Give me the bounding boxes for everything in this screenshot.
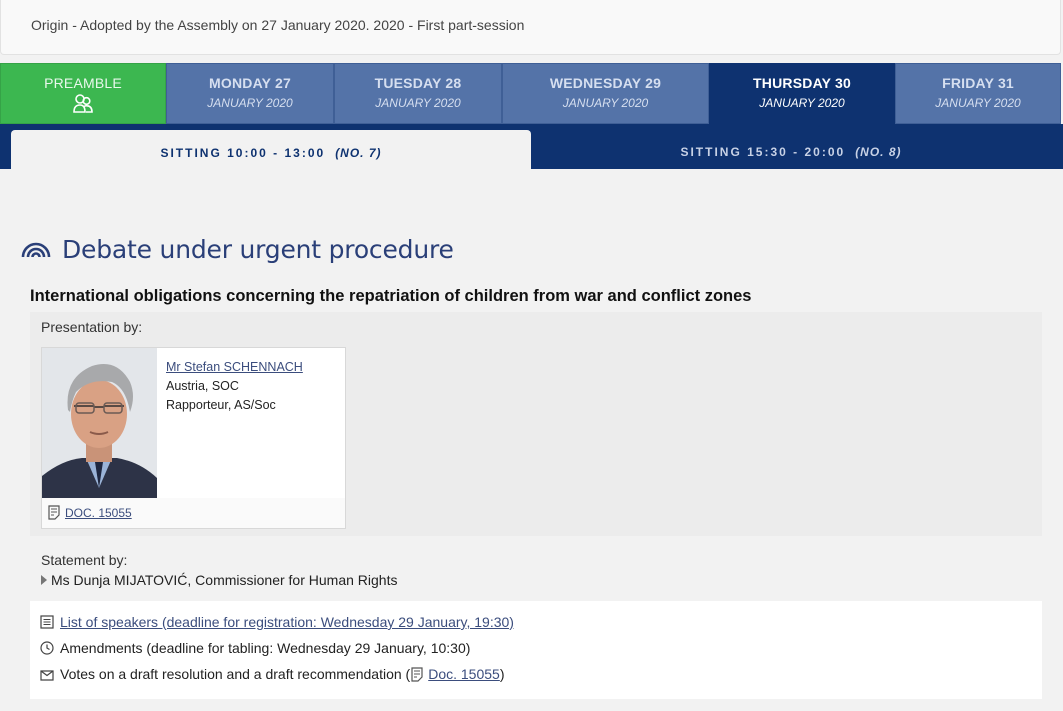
- tab-thursday-day: THURSDAY 30: [753, 75, 851, 91]
- presenter-doc-link[interactable]: DOC. 15055: [65, 506, 132, 520]
- tab-preamble[interactable]: PREAMBLE: [0, 63, 166, 124]
- tab-sitting-morning[interactable]: SITTING 10:00 - 13:00 (NO. 7): [11, 130, 531, 169]
- broadcast-icon: [21, 242, 51, 258]
- day-tabs: PREAMBLE MONDAY 27 JANUARY 2020 TUESDAY …: [0, 63, 1063, 124]
- tab-friday-day: FRIDAY 31: [942, 75, 1014, 91]
- tab-wednesday-month: JANUARY 2020: [562, 96, 649, 110]
- presentation-label: Presentation by:: [41, 319, 143, 335]
- amendments-text: Amendments (deadline for tabling: Wednes…: [60, 640, 471, 656]
- list-icon: [40, 615, 54, 629]
- presenter-card-top: Mr Stefan SCHENNACH Austria, SOC Rapport…: [42, 348, 345, 498]
- origin-box: Origin - Adopted by the Assembly on 27 J…: [0, 0, 1061, 55]
- section-heading: Debate under urgent procedure: [20, 232, 454, 266]
- presenter-country: Austria, SOC: [166, 379, 239, 393]
- ballot-icon: [40, 670, 54, 681]
- tab-wednesday-day: WEDNESDAY 29: [549, 75, 662, 91]
- tab-thursday[interactable]: THURSDAY 30 JANUARY 2020: [709, 63, 895, 124]
- tab-monday-month: JANUARY 2020: [207, 96, 293, 110]
- tab-friday[interactable]: FRIDAY 31 JANUARY 2020: [895, 63, 1061, 124]
- tab-sitting-afternoon[interactable]: SITTING 15:30 - 20:00 (NO. 8): [531, 130, 1051, 169]
- votes-suffix: ): [499, 666, 505, 682]
- document-icon: [411, 666, 423, 682]
- presenter-photo: [42, 348, 157, 498]
- expand-arrow-icon: [41, 575, 47, 585]
- tab-monday[interactable]: MONDAY 27 JANUARY 2020: [166, 63, 334, 124]
- presenter-role: Rapporteur, AS/Soc: [166, 398, 276, 412]
- presenter-name-link[interactable]: Mr Stefan SCHENNACH: [166, 360, 303, 374]
- statement-item[interactable]: Ms Dunja MIJATOVIĆ, Commissioner for Hum…: [41, 572, 397, 588]
- info-box: List of speakers (deadline for registrat…: [30, 601, 1042, 699]
- votes-row: Votes on a draft resolution and a draft …: [40, 666, 505, 682]
- sitting-morning-number: (NO. 7): [335, 146, 382, 160]
- presenter-portrait: [42, 348, 157, 498]
- section-title: Debate under urgent procedure: [62, 234, 454, 264]
- origin-text: Origin - Adopted by the Assembly on 27 J…: [31, 17, 525, 33]
- speakers-row: List of speakers (deadline for registrat…: [40, 614, 514, 630]
- document-icon: [48, 505, 60, 520]
- statement-person: Ms Dunja MIJATOVIĆ, Commissioner for Hum…: [51, 572, 398, 588]
- tab-monday-day: MONDAY 27: [209, 75, 291, 91]
- tab-preamble-label: PREAMBLE: [44, 75, 122, 91]
- speakers-link[interactable]: List of speakers (deadline for registrat…: [60, 614, 514, 630]
- tab-tuesday-day: TUESDAY 28: [374, 75, 462, 91]
- tab-wednesday[interactable]: WEDNESDAY 29 JANUARY 2020: [502, 63, 709, 124]
- clock-icon: [40, 641, 54, 655]
- votes-doc-link[interactable]: Doc. 15055: [428, 666, 500, 682]
- sitting-afternoon-number: (NO. 8): [855, 145, 902, 159]
- sitting-bar: SITTING 10:00 - 13:00 (NO. 7) SITTING 15:…: [0, 124, 1063, 169]
- votes-prefix: Votes on a draft resolution and a draft …: [60, 666, 411, 682]
- debate-title: International obligations concerning the…: [30, 287, 752, 305]
- tab-friday-month: JANUARY 2020: [935, 96, 1021, 110]
- people-icon: [73, 94, 93, 113]
- sitting-afternoon-label: SITTING 15:30 - 20:00: [680, 145, 846, 159]
- tab-thursday-month: JANUARY 2020: [759, 96, 845, 110]
- statement-label: Statement by:: [41, 552, 128, 568]
- tab-tuesday-month: JANUARY 2020: [375, 96, 461, 110]
- tab-tuesday[interactable]: TUESDAY 28 JANUARY 2020: [334, 63, 502, 124]
- sitting-morning-label: SITTING 10:00 - 13:00: [160, 146, 326, 160]
- amendments-row: Amendments (deadline for tabling: Wednes…: [40, 640, 470, 656]
- presenter-card: Mr Stefan SCHENNACH Austria, SOC Rapport…: [41, 347, 346, 529]
